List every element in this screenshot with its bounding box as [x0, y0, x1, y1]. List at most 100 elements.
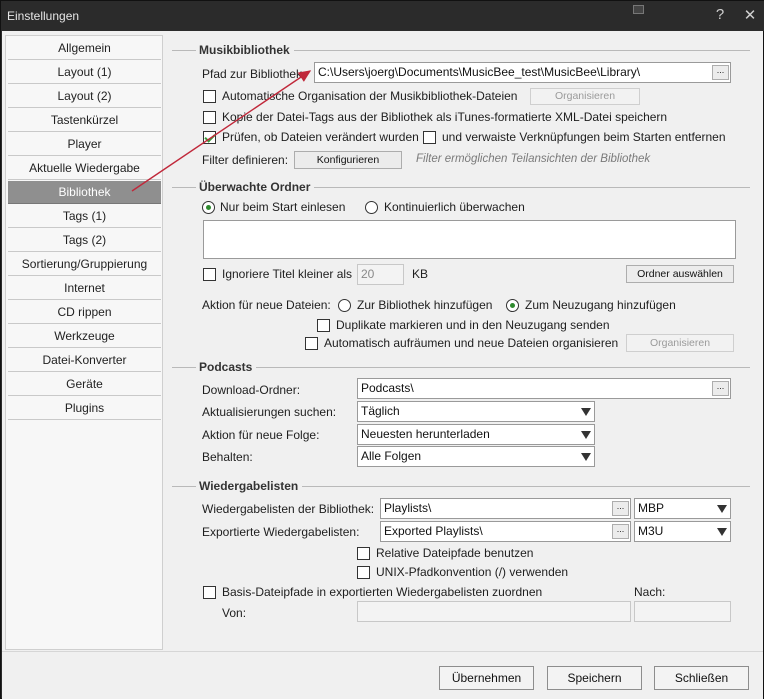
chevron-down-icon	[581, 431, 591, 439]
min-size-field[interactable]: 20	[357, 264, 404, 285]
base-paths-checkbox[interactable]	[203, 586, 216, 599]
sidebar-item-geraete[interactable]: Geräte	[8, 373, 161, 396]
export-format-select[interactable]: M3U	[634, 521, 731, 542]
remove-orphans-checkbox[interactable]	[423, 131, 436, 144]
auto-organise-label: Automatische Organisation der Musikbibli…	[222, 89, 518, 103]
keep-value: Alle Folgen	[361, 449, 422, 463]
window-title: Einstellungen	[7, 9, 80, 23]
save-button[interactable]: Speichern	[547, 666, 642, 690]
scan-on-start-label: Nur beim Start einlesen	[220, 200, 346, 214]
ignore-small-label: Ignoriere Titel kleiner als	[222, 267, 353, 281]
organise-new-button[interactable]: Organisieren	[626, 334, 734, 352]
sidebar-item-cd-rippen[interactable]: CD rippen	[8, 301, 161, 324]
from-label: Von:	[222, 606, 247, 620]
close-button[interactable]: Schließen	[654, 666, 749, 690]
add-to-inbox-radio[interactable]	[506, 299, 519, 312]
browse-button[interactable]: ...	[612, 501, 629, 516]
browse-button[interactable]: ...	[712, 65, 729, 80]
apply-button[interactable]: Übernehmen	[439, 666, 534, 690]
configure-button[interactable]: Konfigurieren	[294, 151, 402, 169]
new-episode-action-select[interactable]: Neuesten herunterladen	[357, 424, 595, 445]
library-playlist-format-select[interactable]: MBP	[634, 498, 731, 519]
exported-playlists-label: Exportierte Wiedergabelisten:	[202, 525, 360, 539]
from-path-field[interactable]	[357, 601, 631, 622]
section-heading-watched-folders: Überwachte Ordner	[199, 180, 311, 194]
library-playlist-format-value: MBP	[638, 501, 665, 515]
add-to-inbox-label: Zum Neuzugang hinzufügen	[525, 298, 676, 312]
chevron-down-icon	[581, 453, 591, 461]
sidebar-item-tastenkuerzel[interactable]: Tastenkürzel	[8, 109, 161, 132]
sidebar-item-werkzeuge[interactable]: Werkzeuge	[8, 325, 161, 348]
divider	[256, 367, 750, 368]
section-heading-musikbibliothek: Musikbibliothek	[199, 43, 290, 57]
settings-window: Einstellungen ? ✕ Allgemein Layout (1) L…	[0, 0, 764, 699]
xml-copy-checkbox[interactable]	[203, 111, 216, 124]
sidebar-item-allgemein[interactable]: Allgemein	[8, 37, 161, 60]
auto-organise-checkbox[interactable]	[203, 90, 216, 103]
section-heading-playlists: Wiedergabelisten	[199, 479, 299, 493]
exported-playlists-field[interactable]: Exported Playlists\ ...	[380, 521, 631, 542]
settings-panel: Musikbibliothek Pfad zur Bibliothek C:\U…	[164, 35, 761, 650]
help-icon[interactable]: ?	[710, 6, 730, 23]
library-playlists-field[interactable]: Playlists\ ...	[380, 498, 631, 519]
sidebar-item-internet[interactable]: Internet	[8, 277, 161, 300]
to-path-field[interactable]	[634, 601, 731, 622]
unix-paths-checkbox[interactable]	[357, 566, 370, 579]
xml-copy-label: Kopie der Datei-Tags aus der Bibliothek …	[222, 110, 668, 124]
sidebar-item-datei-konverter[interactable]: Datei-Konverter	[8, 349, 161, 372]
new-files-action-label: Aktion für neue Dateien:	[202, 298, 331, 312]
download-folder-field[interactable]: Podcasts\ ...	[357, 378, 731, 399]
update-check-select[interactable]: Täglich	[357, 401, 595, 422]
restore-icon[interactable]	[633, 5, 644, 14]
auto-cleanup-checkbox[interactable]	[305, 337, 318, 350]
watched-folders-list[interactable]	[203, 220, 736, 259]
exported-playlists-value: Exported Playlists\	[384, 524, 483, 538]
unix-paths-label: UNIX-Pfadkonvention (/) verwenden	[376, 565, 569, 579]
divider	[172, 367, 196, 368]
sidebar-item-bibliothek[interactable]: Bibliothek	[8, 181, 161, 204]
update-check-value: Täglich	[361, 404, 400, 418]
mark-duplicates-checkbox[interactable]	[317, 319, 330, 332]
sidebar-item-layout-1[interactable]: Layout (1)	[8, 61, 161, 84]
download-folder-value: Podcasts\	[361, 381, 414, 395]
client-area: Allgemein Layout (1) Layout (2) Tastenkü…	[2, 31, 763, 699]
sidebar-item-tags-1[interactable]: Tags (1)	[8, 205, 161, 228]
add-to-library-label: Zur Bibliothek hinzufügen	[357, 298, 493, 312]
filter-label: Filter definieren:	[202, 153, 289, 167]
chevron-down-icon	[717, 528, 727, 536]
keep-select[interactable]: Alle Folgen	[357, 446, 595, 467]
sidebar-item-tags-2[interactable]: Tags (2)	[8, 229, 161, 252]
keep-label: Behalten:	[202, 450, 253, 464]
library-path-field[interactable]: C:\Users\joerg\Documents\MusicBee_test\M…	[314, 62, 731, 83]
remove-orphans-label: und verwaiste Verknüpfungen beim Starten…	[442, 130, 726, 144]
kb-unit-label: KB	[412, 267, 429, 281]
scan-on-start-radio[interactable]	[202, 201, 215, 214]
dialog-footer: Übernehmen Speichern Schließen	[2, 651, 763, 699]
update-check-label: Aktualisierungen suchen:	[202, 405, 337, 419]
close-icon[interactable]: ✕	[740, 6, 760, 24]
to-label: Nach:	[634, 585, 666, 599]
relative-paths-checkbox[interactable]	[357, 547, 370, 560]
export-format-value: M3U	[638, 524, 664, 538]
organise-button[interactable]: Organisieren	[530, 88, 640, 105]
choose-folder-button[interactable]: Ordner auswählen	[626, 265, 734, 283]
divider	[172, 50, 196, 51]
add-to-library-radio[interactable]	[338, 299, 351, 312]
sidebar-item-plugins[interactable]: Plugins	[8, 397, 161, 420]
browse-button[interactable]: ...	[712, 381, 729, 396]
continuous-watch-label: Kontinuierlich überwachen	[384, 200, 525, 214]
sidebar-item-aktuelle-wiedergabe[interactable]: Aktuelle Wiedergabe	[8, 157, 161, 180]
ignore-small-checkbox[interactable]	[203, 268, 216, 281]
auto-cleanup-label: Automatisch aufräumen und neue Dateien o…	[324, 336, 619, 350]
chevron-down-icon	[581, 408, 591, 416]
new-episode-action-label: Aktion für neue Folge:	[202, 428, 320, 442]
check-changed-checkbox[interactable]	[203, 131, 216, 144]
continuous-watch-radio[interactable]	[365, 201, 378, 214]
sidebar-item-layout-2[interactable]: Layout (2)	[8, 85, 161, 108]
browse-button[interactable]: ...	[612, 524, 629, 539]
divider	[294, 50, 750, 51]
sidebar: Allgemein Layout (1) Layout (2) Tastenkü…	[5, 35, 163, 650]
sidebar-item-player[interactable]: Player	[8, 133, 161, 156]
divider	[314, 187, 750, 188]
sidebar-item-sortierung[interactable]: Sortierung/Gruppierung	[8, 253, 161, 276]
